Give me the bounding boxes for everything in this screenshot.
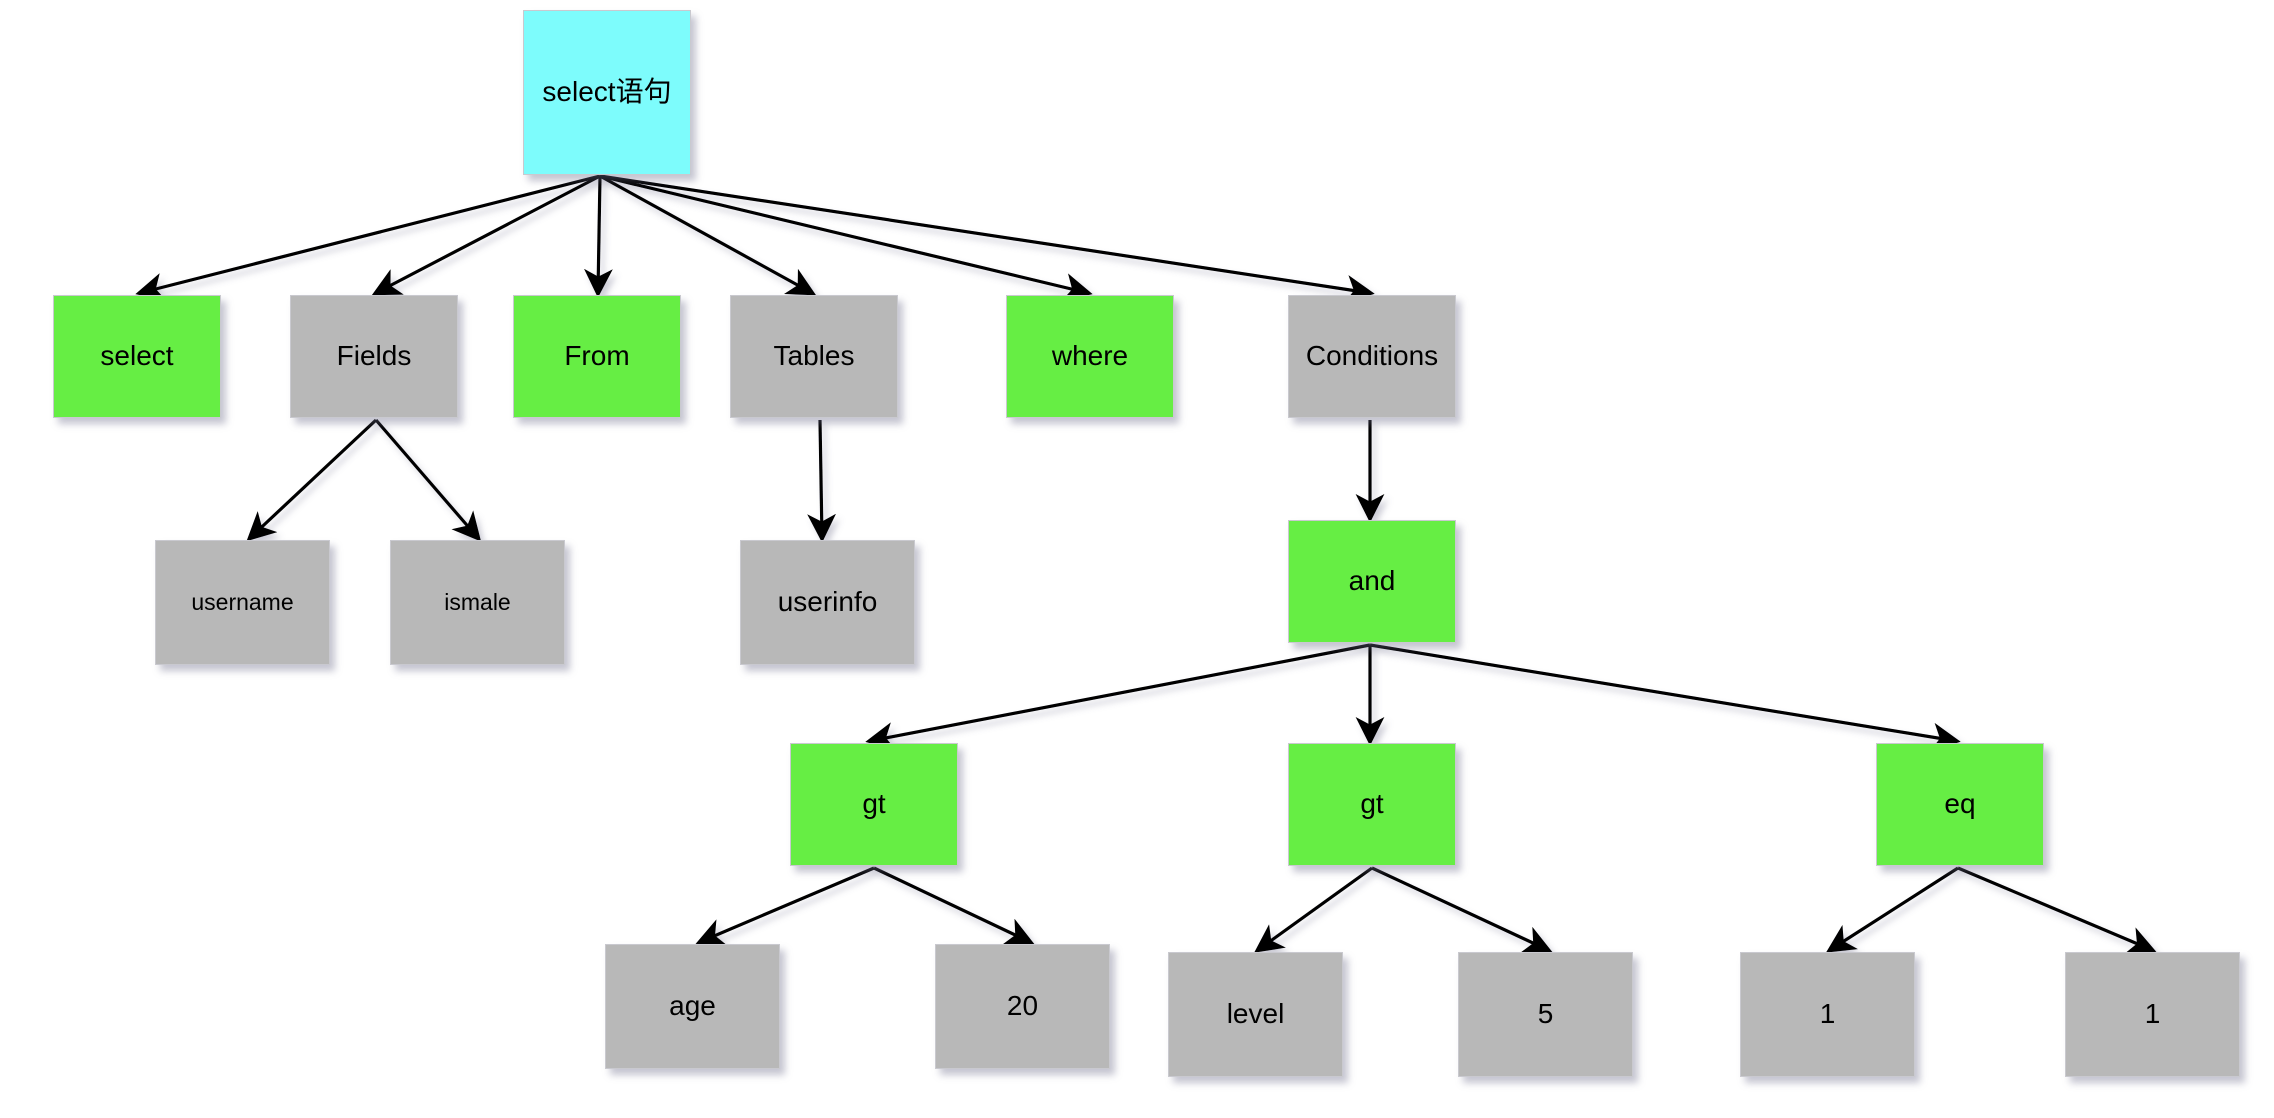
edge-gt2-to-level [1254,866,1373,953]
node-label: level [1226,998,1285,1030]
edge-root-to-from [584,175,613,298]
node-label: 5 [1537,998,1554,1030]
node-ismale[interactable]: ismale [390,540,565,665]
node-label: userinfo [777,586,878,618]
node-label: Tables [773,340,855,372]
node-label: username [191,588,294,615]
edge-and-to-gt1 [865,643,1371,751]
node-label: select语句 [542,76,672,108]
node-label: ismale [444,588,511,615]
node-level[interactable]: level [1168,952,1343,1077]
node-username[interactable]: username [155,540,330,665]
node-twenty[interactable]: 20 [935,944,1110,1069]
edge-layer [135,174,2157,954]
edge-fields-to-username [246,418,378,542]
edge-tables-to-userinfo [807,419,836,543]
edge-fields-to-ismale [374,418,482,542]
edge-root-to-conditions [599,174,1375,304]
edge-root-to-where [599,174,1093,302]
node-fields[interactable]: Fields [290,295,458,418]
node-eq[interactable]: eq [1876,743,2044,866]
node-label: eq [1944,788,1976,820]
edge-eq-to-one2 [1957,866,2157,954]
node-conditions[interactable]: Conditions [1288,295,1456,418]
edge-eq-to-one1 [1825,866,1959,953]
node-from[interactable]: From [513,295,681,418]
node-label: 1 [1819,998,1836,1030]
edge-root-to-fields [371,174,601,296]
edge-gt2-to-five [1371,866,1553,953]
node-label: 1 [2144,998,2161,1030]
node-label: and [1348,565,1396,597]
node-userinfo[interactable]: userinfo [740,540,915,665]
node-where[interactable]: where [1006,295,1174,418]
parse-tree-diagram: select语句 select Fields From Tables where Condi… [0,0,2274,1118]
node-label: select [100,340,174,372]
node-tables[interactable]: Tables [730,295,898,418]
node-five[interactable]: 5 [1458,952,1633,1077]
node-label: Fields [336,340,412,372]
edge-and-to-eq [1369,643,1961,752]
node-gt1[interactable]: gt [790,743,958,866]
node-age[interactable]: age [605,944,780,1069]
node-root[interactable]: select语句 [523,10,691,175]
node-label: age [669,990,716,1022]
node-select[interactable]: select [53,295,221,418]
node-label: From [564,340,630,372]
edge-gt1-to-age [695,866,875,946]
edge-root-to-tables [599,174,817,296]
node-label: Conditions [1305,340,1439,372]
node-label: gt [862,788,886,820]
edge-gt1-to-twenty [873,866,1035,945]
node-label: gt [1360,788,1384,820]
node-one2[interactable]: 1 [2065,952,2240,1077]
edge-root-to-select [135,174,601,302]
node-label: 20 [1006,990,1039,1022]
node-and[interactable]: and [1288,520,1456,643]
node-label: where [1051,340,1129,372]
node-gt2[interactable]: gt [1288,743,1456,866]
node-one1[interactable]: 1 [1740,952,1915,1077]
